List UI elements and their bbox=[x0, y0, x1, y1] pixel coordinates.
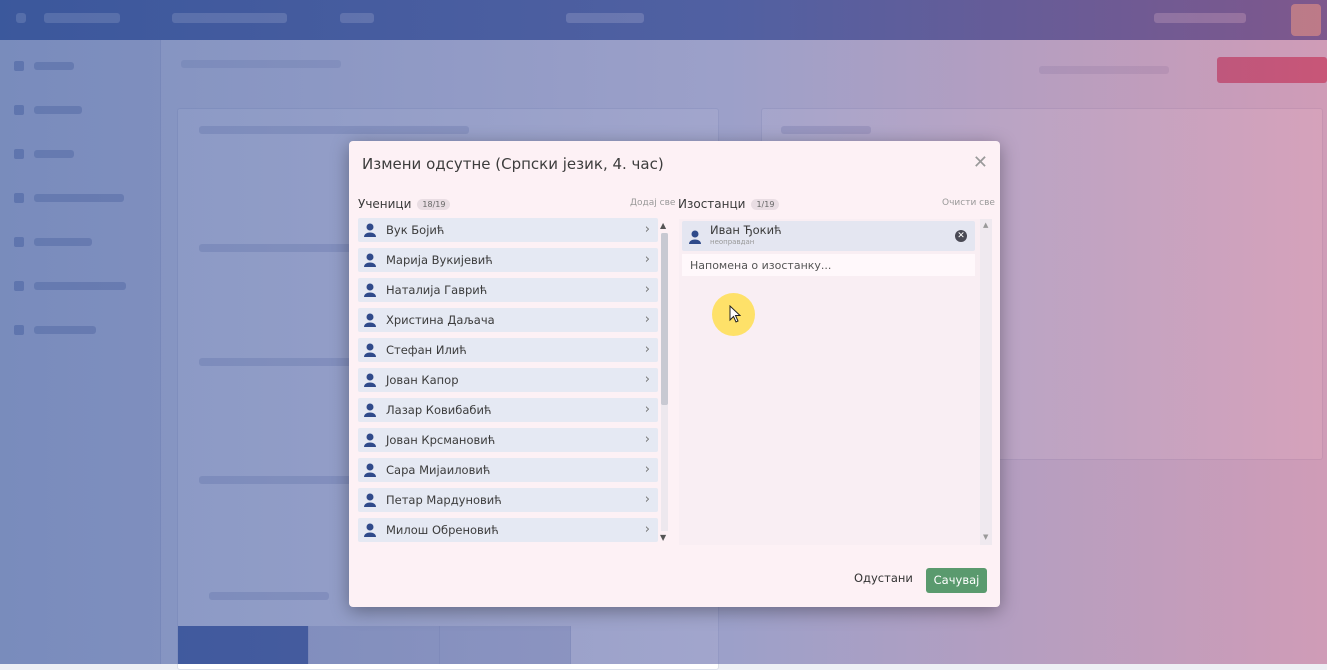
chevron-right-icon: › bbox=[644, 252, 650, 267]
student-row[interactable]: Стефан Илић › bbox=[358, 338, 658, 362]
chevron-right-icon: › bbox=[644, 462, 650, 477]
student-name: Сара Мијаиловић bbox=[386, 463, 491, 477]
modal-header: Измени одсутне (Српски језик, 4. час) ✕ bbox=[349, 141, 1000, 187]
user-icon bbox=[364, 373, 376, 387]
student-name: Петар Мардуновић bbox=[386, 493, 502, 507]
student-name: Марија Вукијевић bbox=[386, 253, 493, 267]
students-header: Ученици 18/19 bbox=[358, 197, 451, 211]
student-row[interactable]: Вук Бојић › bbox=[358, 218, 658, 242]
user-icon bbox=[364, 253, 376, 267]
student-name: Јован Крсмановић bbox=[386, 433, 496, 447]
chevron-right-icon: › bbox=[644, 432, 650, 447]
student-row[interactable]: Петар Мардуновић › bbox=[358, 488, 658, 512]
modal-title: Измени одсутне (Српски језик, 4. час) bbox=[362, 155, 664, 173]
student-name: Христина Даљача bbox=[386, 313, 495, 327]
scroll-down-icon[interactable]: ▼ bbox=[983, 533, 988, 541]
chevron-right-icon: › bbox=[644, 312, 650, 327]
student-name: Наталија Гаврић bbox=[386, 283, 488, 297]
chevron-right-icon: › bbox=[644, 522, 650, 537]
chevron-right-icon: › bbox=[644, 342, 650, 357]
student-name: Јован Капор bbox=[386, 373, 459, 387]
student-row[interactable]: Лазар Ковибабић › bbox=[358, 398, 658, 422]
user-icon bbox=[364, 403, 376, 417]
absence-type[interactable]: неоправдан bbox=[710, 238, 754, 246]
student-name: Милош Обреновић bbox=[386, 523, 499, 537]
save-button[interactable]: Сачувај bbox=[926, 568, 987, 593]
chevron-right-icon: › bbox=[644, 372, 650, 387]
absent-count-badge: 1/19 bbox=[751, 198, 780, 210]
absent-student-card: Иван Ђокић неоправдан ✕ bbox=[682, 221, 975, 251]
chevron-right-icon: › bbox=[644, 402, 650, 417]
user-icon bbox=[364, 523, 376, 537]
add-all-link[interactable]: Додај све bbox=[630, 198, 675, 208]
student-row[interactable]: Христина Даљача › bbox=[358, 308, 658, 332]
student-row[interactable]: Наталија Гаврић › bbox=[358, 278, 658, 302]
student-name: Вук Бојић bbox=[386, 223, 445, 237]
scroll-up-icon[interactable]: ▲ bbox=[983, 221, 988, 229]
absent-header: Изостанци 1/19 bbox=[678, 197, 780, 211]
user-icon bbox=[364, 313, 376, 327]
modal-footer: Одустани Сачувај bbox=[349, 555, 1000, 607]
absences-scrollbar[interactable]: ▲ ▼ bbox=[980, 219, 992, 545]
chevron-right-icon: › bbox=[644, 492, 650, 507]
clear-all-link[interactable]: Очисти све bbox=[942, 198, 995, 208]
students-label: Ученици bbox=[358, 197, 412, 211]
student-row[interactable]: Марија Вукијевић › bbox=[358, 248, 658, 272]
user-icon bbox=[364, 493, 376, 507]
user-icon bbox=[364, 433, 376, 447]
students-list: Вук Бојић › Марија Вукијевић › Наталија … bbox=[358, 218, 658, 545]
student-name: Стефан Илић bbox=[386, 343, 467, 357]
cancel-button[interactable]: Одустани bbox=[854, 571, 913, 585]
scrollbar-thumb[interactable] bbox=[661, 233, 668, 405]
students-count-badge: 18/19 bbox=[417, 198, 451, 210]
user-icon bbox=[364, 463, 376, 477]
student-row[interactable]: Јован Крсмановић › bbox=[358, 428, 658, 452]
scroll-up-icon[interactable]: ▲ bbox=[660, 221, 666, 230]
mouse-pointer-icon bbox=[729, 305, 741, 323]
edit-absences-modal: Измени одсутне (Српски језик, 4. час) ✕ … bbox=[349, 141, 1000, 607]
students-scrollbar[interactable]: ▲ ▼ bbox=[658, 221, 670, 546]
user-icon bbox=[364, 223, 376, 237]
close-icon[interactable]: ✕ bbox=[973, 154, 988, 172]
chevron-right-icon: › bbox=[644, 282, 650, 297]
student-row[interactable]: Јован Капор › bbox=[358, 368, 658, 392]
user-icon bbox=[689, 230, 701, 244]
student-name: Лазар Ковибабић bbox=[386, 403, 492, 417]
student-row[interactable]: Сара Мијаиловић › bbox=[358, 458, 658, 482]
scroll-down-icon[interactable]: ▼ bbox=[660, 533, 666, 542]
student-row[interactable]: Милош Обреновић › bbox=[358, 518, 658, 542]
chevron-right-icon: › bbox=[644, 222, 650, 237]
remove-circle-icon[interactable]: ✕ bbox=[955, 230, 967, 242]
user-icon bbox=[364, 283, 376, 297]
absent-label: Изостанци bbox=[678, 197, 746, 211]
absent-student-name: Иван Ђокић bbox=[710, 223, 782, 237]
absences-panel: Иван Ђокић неоправдан ✕ ▲ ▼ bbox=[679, 219, 992, 545]
user-icon bbox=[364, 343, 376, 357]
absence-note-input[interactable] bbox=[682, 254, 975, 276]
